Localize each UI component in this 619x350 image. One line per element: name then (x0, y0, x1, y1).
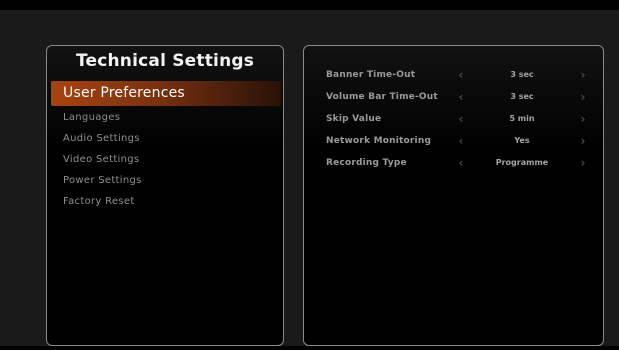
chevron-left-icon[interactable]: ‹ (455, 66, 467, 84)
setting-value[interactable]: 3 sec (477, 66, 567, 84)
setting-label: Recording Type (326, 158, 407, 168)
setting-value[interactable]: 5 min (477, 110, 567, 128)
panel-title: Technical Settings (75, 51, 255, 71)
chevron-left-icon[interactable]: ‹ (455, 88, 467, 106)
settings-list: Banner Time-Out ‹ 3 sec › Volume Bar Tim… (304, 66, 603, 176)
chevron-left-icon[interactable]: ‹ (455, 110, 467, 128)
setting-value[interactable]: Programme (477, 154, 567, 172)
setting-label: Network Monitoring (326, 136, 432, 146)
setting-row-skip-value: Skip Value ‹ 5 min › (304, 110, 603, 132)
setting-row-volume-bar-time-out: Volume Bar Time-Out ‹ 3 sec › (304, 88, 603, 110)
settings-menu-panel: Technical Settings User Preferences Lang… (46, 45, 284, 346)
setting-label: Banner Time-Out (326, 70, 416, 80)
setting-row-recording-type: Recording Type ‹ Programme › (304, 154, 603, 176)
menu-item-video-settings[interactable]: Video Settings (51, 149, 281, 170)
menu-item-languages[interactable]: Languages (51, 107, 281, 128)
chevron-right-icon[interactable]: › (577, 88, 589, 106)
menu-item-audio-settings[interactable]: Audio Settings (51, 128, 281, 149)
setting-value[interactable]: Yes (477, 132, 567, 150)
chevron-right-icon[interactable]: › (577, 154, 589, 172)
menu-item-power-settings[interactable]: Power Settings (51, 170, 281, 191)
setting-label: Volume Bar Time-Out (326, 92, 438, 102)
settings-menu: User Preferences Languages Audio Setting… (51, 81, 281, 212)
setting-row-banner-time-out: Banner Time-Out ‹ 3 sec › (304, 66, 603, 88)
tv-screen: Technical Settings User Preferences Lang… (0, 10, 619, 346)
user-preferences-panel: Banner Time-Out ‹ 3 sec › Volume Bar Tim… (303, 45, 604, 346)
setting-label: Skip Value (326, 114, 382, 124)
chevron-right-icon[interactable]: › (577, 66, 589, 84)
menu-item-factory-reset[interactable]: Factory Reset (51, 191, 281, 212)
menu-item-user-preferences[interactable]: User Preferences (51, 81, 281, 106)
setting-value[interactable]: 3 sec (477, 88, 567, 106)
chevron-right-icon[interactable]: › (577, 132, 589, 150)
chevron-left-icon[interactable]: ‹ (455, 154, 467, 172)
chevron-right-icon[interactable]: › (577, 110, 589, 128)
chevron-left-icon[interactable]: ‹ (455, 132, 467, 150)
setting-row-network-monitoring: Network Monitoring ‹ Yes › (304, 132, 603, 154)
